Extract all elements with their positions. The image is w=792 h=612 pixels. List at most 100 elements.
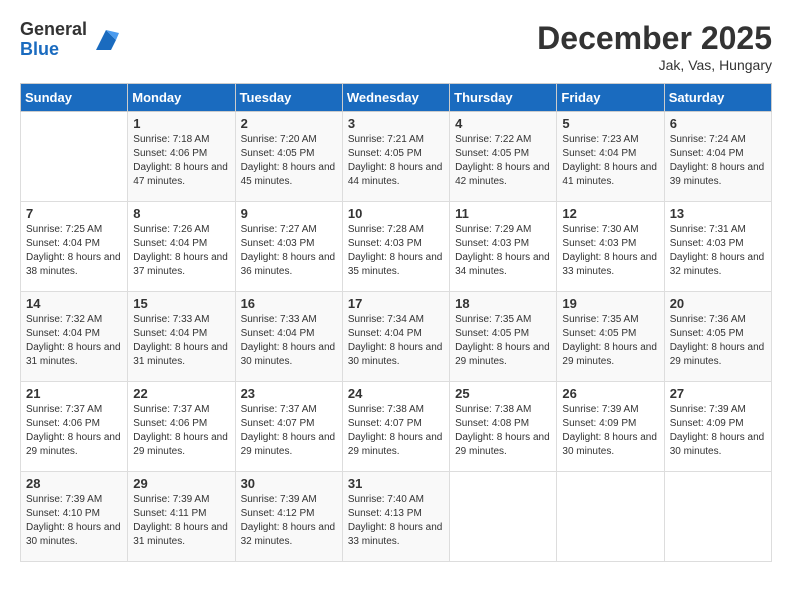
calendar-header: SundayMondayTuesdayWednesdayThursdayFrid… (21, 84, 772, 112)
logo-blue-text: Blue (20, 40, 87, 60)
weekday-header-thursday: Thursday (450, 84, 557, 112)
day-info: Sunrise: 7:25 AMSunset: 4:04 PMDaylight:… (26, 223, 122, 279)
calendar-cell: 11 Sunrise: 7:29 AMSunset: 4:03 PMDayligh… (450, 202, 557, 292)
calendar-cell: 6 Sunrise: 7:24 AMSunset: 4:04 PMDaylight… (664, 112, 771, 202)
day-number: 23 (241, 386, 337, 401)
day-number: 21 (26, 386, 122, 401)
day-info: Sunrise: 7:26 AMSunset: 4:04 PMDaylight:… (133, 223, 229, 279)
day-number: 1 (133, 116, 229, 131)
day-info: Sunrise: 7:28 AMSunset: 4:03 PMDaylight:… (348, 223, 444, 279)
day-number: 28 (26, 476, 122, 491)
day-info: Sunrise: 7:34 AMSunset: 4:04 PMDaylight:… (348, 313, 444, 369)
day-number: 26 (562, 386, 658, 401)
calendar-cell: 7Sunrise: 7:25 AMSunset: 4:04 PMDaylight… (21, 202, 128, 292)
day-number: 19 (562, 296, 658, 311)
day-info: Sunrise: 7:32 AMSunset: 4:04 PMDaylight:… (26, 313, 122, 369)
day-info: Sunrise: 7:37 AMSunset: 4:06 PMDaylight:… (133, 403, 229, 459)
calendar-week-1: 1 Sunrise: 7:18 AMSunset: 4:06 PMDaylight… (21, 112, 772, 202)
calendar-cell: 3Sunrise: 7:21 AMSunset: 4:05 PMDaylight… (342, 112, 449, 202)
location-text: Jak, Vas, Hungary (537, 57, 772, 73)
weekday-row: SundayMondayTuesdayWednesdayThursdayFrid… (21, 84, 772, 112)
calendar-week-2: 7Sunrise: 7:25 AMSunset: 4:04 PMDaylight… (21, 202, 772, 292)
calendar-cell (21, 112, 128, 202)
day-info: Sunrise: 7:38 AMSunset: 4:07 PMDaylight:… (348, 403, 444, 459)
calendar-cell: 19 Sunrise: 7:35 AMSunset: 4:05 PMDayligh… (557, 292, 664, 382)
day-info: Sunrise: 7:33 AMSunset: 4:04 PMDaylight:… (133, 313, 229, 369)
day-number: 8 (133, 206, 229, 221)
calendar-cell: 15Sunrise: 7:33 AMSunset: 4:04 PMDayligh… (128, 292, 235, 382)
calendar-cell: 14 Sunrise: 7:32 AMSunset: 4:04 PMDayligh… (21, 292, 128, 382)
calendar-cell (664, 472, 771, 562)
day-info: Sunrise: 7:35 AMSunset: 4:05 PMDaylight:… (562, 313, 658, 369)
day-info: Sunrise: 7:21 AMSunset: 4:05 PMDaylight:… (348, 133, 444, 189)
logo-general-text: General (20, 20, 87, 40)
title-block: December 2025 Jak, Vas, Hungary (537, 20, 772, 73)
day-info: Sunrise: 7:33 AMSunset: 4:04 PMDaylight:… (241, 313, 337, 369)
day-info: Sunrise: 7:30 AMSunset: 4:03 PMDaylight:… (562, 223, 658, 279)
day-number: 20 (670, 296, 766, 311)
day-number: 18 (455, 296, 551, 311)
calendar-cell: 1 Sunrise: 7:18 AMSunset: 4:06 PMDaylight… (128, 112, 235, 202)
calendar-cell: 25 Sunrise: 7:38 AMSunset: 4:08 PMDayligh… (450, 382, 557, 472)
logo-icon (91, 25, 121, 55)
day-info: Sunrise: 7:39 AMSunset: 4:11 PMDaylight:… (133, 493, 229, 549)
day-number: 6 (670, 116, 766, 131)
calendar-week-5: 28 Sunrise: 7:39 AMSunset: 4:10 PMDayligh… (21, 472, 772, 562)
day-info: Sunrise: 7:39 AMSunset: 4:09 PMDaylight:… (670, 403, 766, 459)
day-info: Sunrise: 7:39 AMSunset: 4:10 PMDaylight:… (26, 493, 122, 549)
day-info: Sunrise: 7:18 AMSunset: 4:06 PMDaylight:… (133, 133, 229, 189)
weekday-header-friday: Friday (557, 84, 664, 112)
day-info: Sunrise: 7:39 AMSunset: 4:12 PMDaylight:… (241, 493, 337, 549)
weekday-header-monday: Monday (128, 84, 235, 112)
calendar-cell: 22Sunrise: 7:37 AMSunset: 4:06 PMDayligh… (128, 382, 235, 472)
day-number: 14 (26, 296, 122, 311)
day-info: Sunrise: 7:37 AMSunset: 4:07 PMDaylight:… (241, 403, 337, 459)
weekday-header-tuesday: Tuesday (235, 84, 342, 112)
weekday-header-sunday: Sunday (21, 84, 128, 112)
calendar-week-4: 21 Sunrise: 7:37 AMSunset: 4:06 PMDayligh… (21, 382, 772, 472)
calendar-table: SundayMondayTuesdayWednesdayThursdayFrid… (20, 83, 772, 562)
day-number: 13 (670, 206, 766, 221)
day-number: 11 (455, 206, 551, 221)
day-number: 25 (455, 386, 551, 401)
day-info: Sunrise: 7:40 AMSunset: 4:13 PMDaylight:… (348, 493, 444, 549)
calendar-cell: 9 Sunrise: 7:27 AMSunset: 4:03 PMDaylight… (235, 202, 342, 292)
page-header: General Blue December 2025 Jak, Vas, Hun… (20, 20, 772, 73)
day-info: Sunrise: 7:29 AMSunset: 4:03 PMDaylight:… (455, 223, 551, 279)
day-info: Sunrise: 7:39 AMSunset: 4:09 PMDaylight:… (562, 403, 658, 459)
weekday-header-wednesday: Wednesday (342, 84, 449, 112)
calendar-cell: 28 Sunrise: 7:39 AMSunset: 4:10 PMDayligh… (21, 472, 128, 562)
calendar-cell: 27Sunrise: 7:39 AMSunset: 4:09 PMDayligh… (664, 382, 771, 472)
calendar-cell: 10 Sunrise: 7:28 AMSunset: 4:03 PMDayligh… (342, 202, 449, 292)
calendar-week-3: 14 Sunrise: 7:32 AMSunset: 4:04 PMDayligh… (21, 292, 772, 382)
day-info: Sunrise: 7:23 AMSunset: 4:04 PMDaylight:… (562, 133, 658, 189)
day-number: 2 (241, 116, 337, 131)
calendar-body: 1 Sunrise: 7:18 AMSunset: 4:06 PMDaylight… (21, 112, 772, 562)
calendar-cell (557, 472, 664, 562)
day-info: Sunrise: 7:31 AMSunset: 4:03 PMDaylight:… (670, 223, 766, 279)
calendar-cell: 13 Sunrise: 7:31 AMSunset: 4:03 PMDayligh… (664, 202, 771, 292)
day-info: Sunrise: 7:20 AMSunset: 4:05 PMDaylight:… (241, 133, 337, 189)
day-info: Sunrise: 7:24 AMSunset: 4:04 PMDaylight:… (670, 133, 766, 189)
calendar-cell: 16Sunrise: 7:33 AMSunset: 4:04 PMDayligh… (235, 292, 342, 382)
calendar-cell: 21Sunrise: 7:37 AMSunset: 4:06 PMDayligh… (21, 382, 128, 472)
day-info: Sunrise: 7:22 AMSunset: 4:05 PMDaylight:… (455, 133, 551, 189)
day-number: 29 (133, 476, 229, 491)
calendar-cell: 12Sunrise: 7:30 AMSunset: 4:03 PMDayligh… (557, 202, 664, 292)
day-info: Sunrise: 7:27 AMSunset: 4:03 PMDaylight:… (241, 223, 337, 279)
day-number: 31 (348, 476, 444, 491)
day-number: 5 (562, 116, 658, 131)
day-number: 4 (455, 116, 551, 131)
day-number: 9 (241, 206, 337, 221)
logo: General Blue (20, 20, 121, 60)
calendar-cell: 30Sunrise: 7:39 AMSunset: 4:12 PMDayligh… (235, 472, 342, 562)
day-info: Sunrise: 7:38 AMSunset: 4:08 PMDaylight:… (455, 403, 551, 459)
calendar-cell: 4 Sunrise: 7:22 AMSunset: 4:05 PMDaylight… (450, 112, 557, 202)
day-info: Sunrise: 7:36 AMSunset: 4:05 PMDaylight:… (670, 313, 766, 369)
calendar-cell: 5 Sunrise: 7:23 AMSunset: 4:04 PMDaylight… (557, 112, 664, 202)
calendar-cell: 20 Sunrise: 7:36 AMSunset: 4:05 PMDayligh… (664, 292, 771, 382)
calendar-cell: 23 Sunrise: 7:37 AMSunset: 4:07 PMDayligh… (235, 382, 342, 472)
day-number: 10 (348, 206, 444, 221)
calendar-cell: 24Sunrise: 7:38 AMSunset: 4:07 PMDayligh… (342, 382, 449, 472)
calendar-cell: 31 Sunrise: 7:40 AMSunset: 4:13 PMDayligh… (342, 472, 449, 562)
